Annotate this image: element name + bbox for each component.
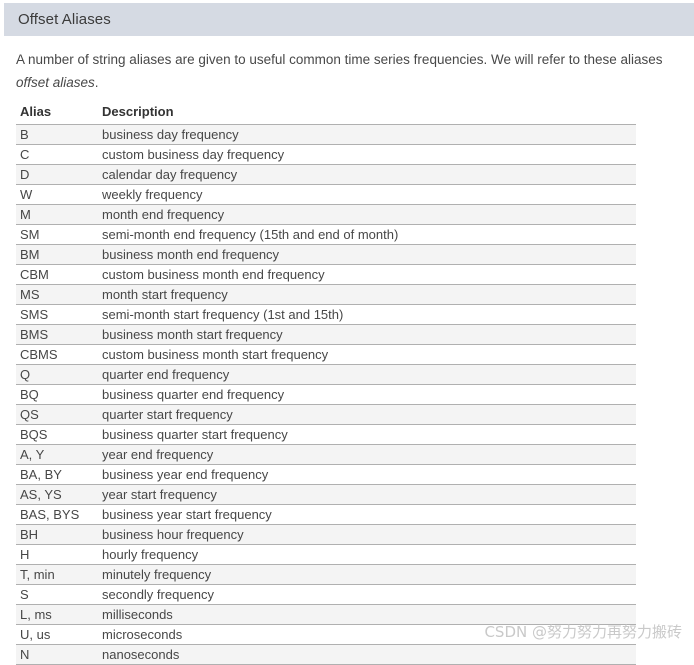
cell-description: nanoseconds	[98, 643, 636, 665]
cell-alias: BM	[16, 243, 98, 265]
table-header-row: Alias Description	[16, 104, 636, 124]
cell-alias: SMS	[16, 304, 98, 324]
table-row: A, Yyear end frequency	[16, 443, 636, 465]
column-header-alias: Alias	[20, 104, 52, 120]
cell-alias: A, Y	[16, 443, 98, 465]
cell-description: custom business day frequency	[98, 144, 636, 164]
cell-description: business year start frequency	[98, 504, 636, 524]
table-row: MS month start frequency	[16, 283, 636, 305]
alias-table-container: Alias Description Bbusiness day frequenc…	[16, 104, 636, 665]
cell-description: hourly frequency	[98, 544, 636, 564]
table-row: Ccustom business day frequency	[16, 144, 636, 164]
table-row: BA, BY business year end frequency	[16, 464, 636, 484]
table-row: T, min minutely frequency	[16, 563, 636, 585]
cell-description: business hour frequency	[98, 523, 636, 545]
cell-alias: C	[16, 144, 98, 164]
cell-alias: N	[16, 643, 98, 665]
cell-description: semi-month end frequency (15th and end o…	[98, 224, 636, 244]
intro-line-2: offset aliases.	[16, 71, 694, 94]
cell-alias: L, ms	[16, 603, 98, 625]
cell-description: calendar day frequency	[98, 163, 636, 185]
cell-alias: S	[16, 584, 98, 604]
table-row: Dcalendar day frequency	[16, 163, 636, 185]
cell-alias: Q	[16, 363, 98, 385]
intro-line-1: A number of string aliases are given to …	[16, 52, 663, 67]
cell-alias: CBMS	[16, 344, 98, 364]
cell-alias: QS	[16, 403, 98, 425]
cell-description: minutely frequency	[98, 563, 636, 585]
cell-alias: BH	[16, 523, 98, 545]
table-row: BH business hour frequency	[16, 523, 636, 545]
cell-alias: B	[16, 123, 98, 145]
table-row: Bbusiness day frequency	[16, 123, 636, 145]
table-row: BQS business quarter start frequency	[16, 424, 636, 444]
table-row: Ssecondly frequency	[16, 584, 636, 604]
cell-description: year end frequency	[98, 443, 636, 465]
cell-alias: U, us	[16, 624, 98, 644]
cell-description: secondly frequency	[98, 584, 636, 604]
cell-description: business day frequency	[98, 123, 636, 145]
table-row: AS, YS year start frequency	[16, 483, 636, 505]
cell-alias: H	[16, 544, 98, 564]
cell-description: quarter end frequency	[98, 363, 636, 385]
cell-alias: SM	[16, 224, 98, 244]
cell-description: month start frequency	[98, 283, 636, 305]
table-row: CBM custom business month end frequency	[16, 264, 636, 284]
intro-paragraph: A number of string aliases are given to …	[16, 48, 694, 94]
cell-description: milliseconds	[98, 603, 636, 625]
cell-alias: BQS	[16, 424, 98, 444]
section-header: Offset Aliases	[4, 3, 694, 36]
table-row: Mmonth end frequency	[16, 203, 636, 225]
alias-table-body: Bbusiness day frequency Ccustom business …	[16, 123, 636, 665]
table-row: BMS business month start frequency	[16, 323, 636, 345]
table-row: Hhourly frequency	[16, 544, 636, 564]
table-row: L, ms milliseconds	[16, 603, 636, 625]
table-row: Wweekly frequency	[16, 184, 636, 204]
cell-description: semi-month start frequency (1st and 15th…	[98, 304, 636, 324]
table-row: QS quarter start frequency	[16, 403, 636, 425]
cell-alias: W	[16, 184, 98, 204]
intro-emphasis: offset aliases	[16, 75, 95, 90]
cell-description: year start frequency	[98, 483, 636, 505]
cell-description: quarter start frequency	[98, 403, 636, 425]
cell-alias: CBM	[16, 264, 98, 284]
cell-description: business month start frequency	[98, 323, 636, 345]
cell-alias: M	[16, 203, 98, 225]
cell-alias: BMS	[16, 323, 98, 345]
alias-table: Alias Description Bbusiness day frequenc…	[16, 104, 636, 665]
column-header-description: Description	[102, 104, 174, 120]
cell-alias: D	[16, 163, 98, 185]
cell-alias: BQ	[16, 384, 98, 404]
cell-alias: T, min	[16, 563, 98, 585]
cell-description: business quarter end frequency	[98, 384, 636, 404]
cell-alias: MS	[16, 283, 98, 305]
cell-alias: BA, BY	[16, 464, 98, 484]
table-row: CBMS custom business month start frequenc…	[16, 344, 636, 364]
intro-period: .	[94, 75, 99, 90]
cell-alias: BAS, BYS	[16, 504, 98, 524]
alias-table-head: Alias Description	[16, 104, 636, 124]
cell-description: month end frequency	[98, 203, 636, 225]
cell-description: weekly frequency	[98, 184, 636, 204]
table-row: U, us microseconds	[16, 624, 636, 644]
cell-description: custom business month start frequency	[98, 344, 636, 364]
cell-description: microseconds	[98, 624, 636, 644]
table-row: SMS semi-month start frequency (1st and 1…	[16, 304, 636, 324]
table-row: BQ business quarter end frequency	[16, 384, 636, 404]
table-row: Qquarter end frequency	[16, 363, 636, 385]
table-row: BAS, BYS business year start frequency	[16, 504, 636, 524]
cell-description: business year end frequency	[98, 464, 636, 484]
table-row: BM business month end frequency	[16, 243, 636, 265]
table-row: SM semi-month end frequency (15th and end…	[16, 224, 636, 244]
cell-description: business quarter start frequency	[98, 424, 636, 444]
cell-description: business month end frequency	[98, 243, 636, 265]
page-title: Offset Aliases	[18, 11, 111, 28]
cell-description: custom business month end frequency	[98, 264, 636, 284]
table-row: Nnanoseconds	[16, 643, 636, 665]
cell-alias: AS, YS	[16, 483, 98, 505]
